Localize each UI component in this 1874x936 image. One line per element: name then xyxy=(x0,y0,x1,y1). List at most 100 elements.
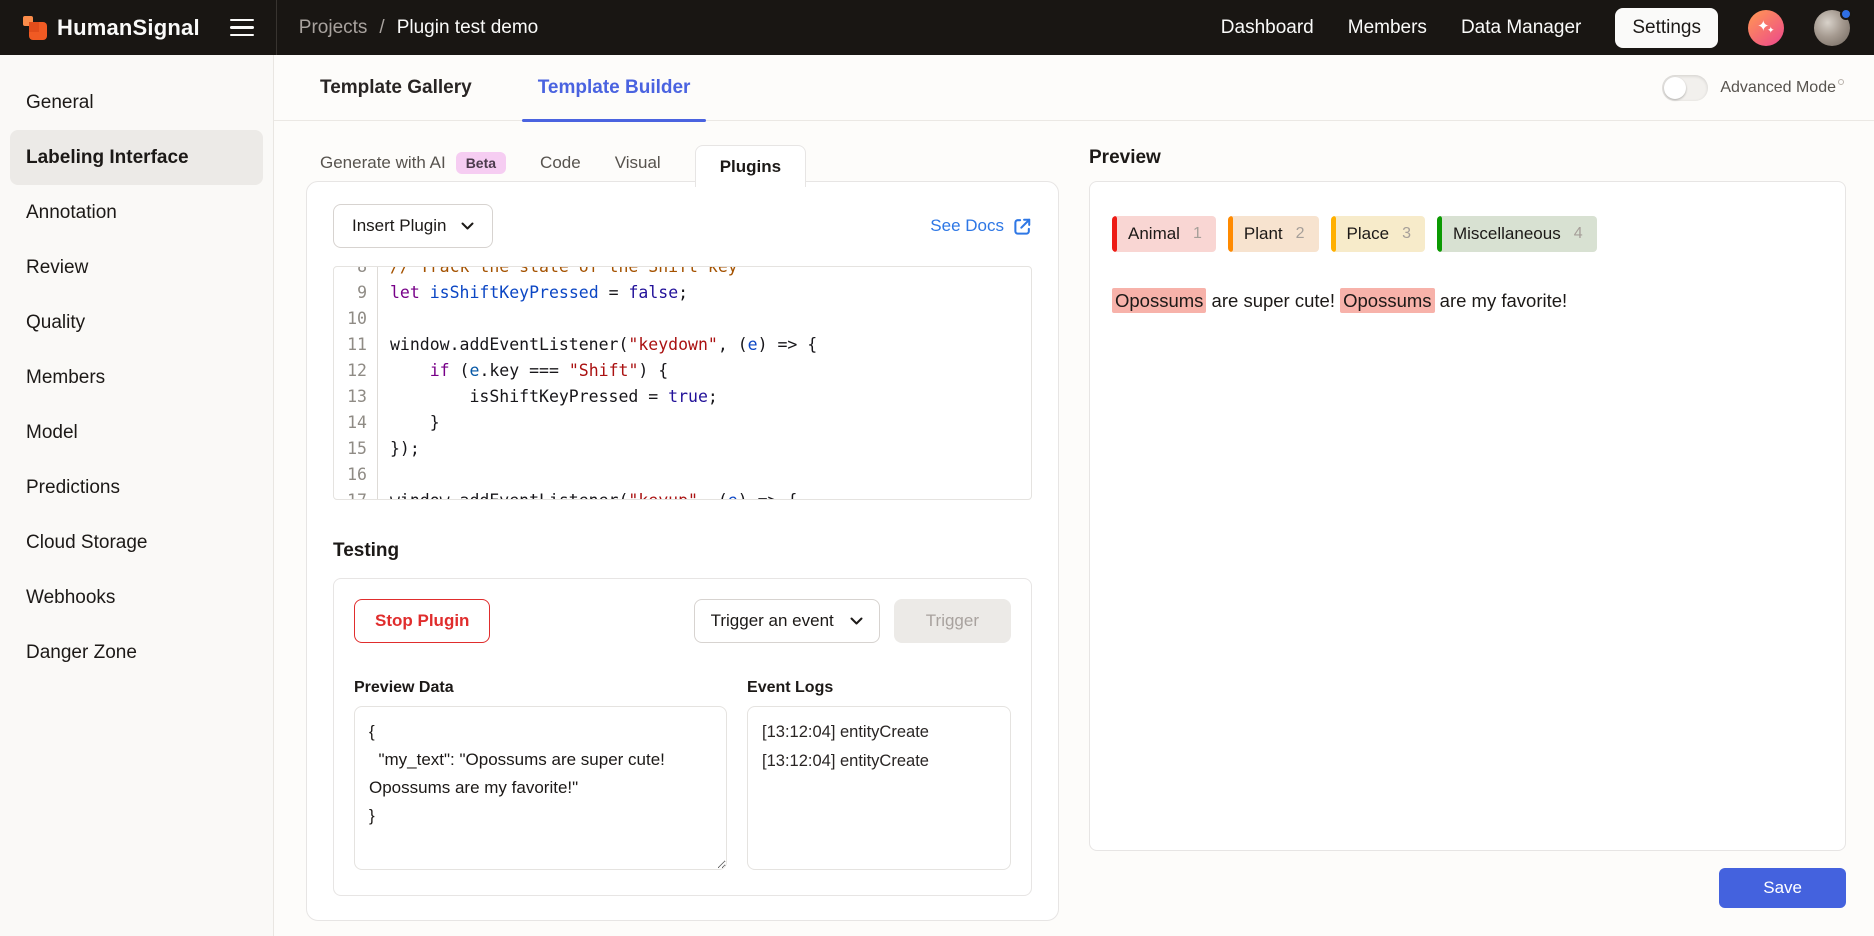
notification-dot xyxy=(1840,8,1852,20)
insert-plugin-label: Insert Plugin xyxy=(352,216,447,236)
code-text: if (e.key === "Shift") { xyxy=(378,358,668,384)
content-area: Generate with AI Beta Code Visual Plugin… xyxy=(274,121,1874,936)
toggle-knob xyxy=(1664,77,1686,99)
preview-column: Preview Animal 1 Plant2 Place3 Miscellaneous… xyxy=(1089,121,1846,936)
sidebar-item-webhooks[interactable]: Webhooks xyxy=(0,570,273,625)
sidebar-item-annotation[interactable]: Annotation xyxy=(0,185,273,240)
main-tabs-row: Template Gallery Template Builder Advanc… xyxy=(274,55,1874,121)
label-color-bar xyxy=(1437,216,1442,252)
sidebar-item-predictions[interactable]: Predictions xyxy=(0,460,273,515)
sidebar-item-members[interactable]: Members xyxy=(0,350,273,405)
sidebar-item-review[interactable]: Review xyxy=(0,240,273,295)
builder-sub-tabs: Generate with AI Beta Code Visual Plugin… xyxy=(306,145,1059,181)
breadcrumb-page-title: Plugin test demo xyxy=(397,17,539,39)
highlighted-entity: Opossums xyxy=(1112,288,1206,313)
code-line: 13 isShiftKeyPressed = true; xyxy=(334,384,1031,410)
line-number: 15 xyxy=(334,436,378,462)
breadcrumb-projects[interactable]: Projects xyxy=(299,17,368,39)
tab-visual[interactable]: Visual xyxy=(615,153,661,173)
code-line: 10 xyxy=(334,306,1031,332)
label-color-bar xyxy=(1112,216,1117,252)
sidebar-item-model[interactable]: Model xyxy=(0,405,273,460)
label-hotkey: 2 xyxy=(1296,225,1305,243)
insert-plugin-dropdown[interactable]: Insert Plugin xyxy=(333,204,493,248)
testing-controls: Stop Plugin Trigger an event Trigger xyxy=(354,599,1011,643)
line-number: 12 xyxy=(334,358,378,384)
advanced-mode-control: Advanced Mode xyxy=(1662,75,1844,101)
sidebar-item-quality[interactable]: Quality xyxy=(0,295,273,350)
code-line: 17window.addEventListener("keyup", (e) =… xyxy=(334,488,1031,500)
code-line: 8// Track the state of the Shift key xyxy=(334,266,1031,280)
label-hotkey: 4 xyxy=(1574,225,1583,243)
external-link-icon xyxy=(1013,217,1032,236)
see-docs-label: See Docs xyxy=(930,216,1004,236)
brand[interactable]: HumanSignal xyxy=(22,15,200,41)
line-number: 9 xyxy=(334,280,378,306)
label-chip-plant[interactable]: Plant2 xyxy=(1228,216,1319,252)
annotation-text[interactable]: Opossums are super cute! Opossums are my… xyxy=(1112,286,1823,316)
chevron-down-icon xyxy=(850,617,863,626)
tab-template-builder[interactable]: Template Builder xyxy=(538,55,691,120)
hamburger-menu-icon[interactable] xyxy=(230,19,254,37)
event-logs-label: Event Logs xyxy=(747,679,1011,697)
tab-code[interactable]: Code xyxy=(540,153,581,173)
builder-column: Generate with AI Beta Code Visual Plugin… xyxy=(306,121,1059,936)
preview-data-textarea[interactable]: { "my_text": "Opossums are super cute! O… xyxy=(354,706,727,870)
code-editor-content: 8// Track the state of the Shift key9let… xyxy=(334,266,1031,500)
label-hotkey: 1 xyxy=(1193,225,1202,243)
line-number: 17 xyxy=(334,488,378,500)
preview-heading: Preview xyxy=(1089,147,1846,169)
sparkle-small-icon: ✦ xyxy=(1767,25,1775,36)
sidebar-item-general[interactable]: General xyxy=(0,75,273,130)
main-area: Template Gallery Template Builder Advanc… xyxy=(274,55,1874,936)
text-segment: are super cute! xyxy=(1206,290,1340,311)
ai-assistant-button[interactable]: ✦ ✦ xyxy=(1748,10,1784,46)
plugin-toolbar: Insert Plugin See Docs xyxy=(333,204,1032,248)
beta-badge: Beta xyxy=(456,152,506,174)
advanced-mode-help-icon xyxy=(1838,79,1844,85)
sidebar-item-danger-zone[interactable]: Danger Zone xyxy=(0,625,273,680)
code-text: // Track the state of the Shift key xyxy=(378,266,738,280)
save-button[interactable]: Save xyxy=(1719,868,1846,908)
code-line: 15}); xyxy=(334,436,1031,462)
nav-data-manager[interactable]: Data Manager xyxy=(1461,17,1581,39)
topbar-right: Dashboard Members Data Manager Settings ✦ ✦ xyxy=(1221,8,1850,48)
testing-io-row: Preview Data { "my_text": "Opossums are … xyxy=(354,679,1011,875)
see-docs-link[interactable]: See Docs xyxy=(930,216,1032,236)
testing-panel: Stop Plugin Trigger an event Trigger Pre… xyxy=(333,578,1032,896)
event-logs-column: Event Logs [13:12:04] entityCreate[13:12… xyxy=(747,679,1011,875)
preview-panel: Animal 1 Plant2 Place3 Miscellaneous4 Opossu… xyxy=(1089,181,1846,851)
advanced-mode-toggle[interactable] xyxy=(1662,75,1708,101)
label-chip-place[interactable]: Place3 xyxy=(1331,216,1425,252)
preview-data-label: Preview Data xyxy=(354,679,727,697)
chevron-down-icon xyxy=(461,222,474,231)
label-color-bar xyxy=(1228,216,1233,252)
code-text: window.addEventListener("keydown", (e) =… xyxy=(378,332,817,358)
code-line: 16 xyxy=(334,462,1031,488)
line-number: 16 xyxy=(334,462,378,488)
text-segment: are my favorite! xyxy=(1435,290,1568,311)
trigger-button[interactable]: Trigger xyxy=(894,599,1011,643)
stop-plugin-button[interactable]: Stop Plugin xyxy=(354,599,490,643)
plugin-code-editor[interactable]: 8// Track the state of the Shift key9let… xyxy=(333,266,1032,500)
tab-template-gallery[interactable]: Template Gallery xyxy=(320,55,472,120)
line-number: 11 xyxy=(334,332,378,358)
line-number: 8 xyxy=(334,266,378,280)
tab-generate-with-ai[interactable]: Generate with AI Beta xyxy=(320,152,506,174)
sidebar-item-cloud-storage[interactable]: Cloud Storage xyxy=(0,515,273,570)
label-chip-miscellaneous[interactable]: Miscellaneous4 xyxy=(1437,216,1597,252)
label-text: Animal xyxy=(1128,224,1180,244)
nav-members[interactable]: Members xyxy=(1348,17,1427,39)
avatar[interactable] xyxy=(1814,10,1850,46)
advanced-mode-label: Advanced Mode xyxy=(1720,79,1844,97)
nav-dashboard[interactable]: Dashboard xyxy=(1221,17,1314,39)
plugins-panel: Insert Plugin See Docs 8// Track the sta… xyxy=(306,181,1059,921)
code-text: } xyxy=(378,410,440,436)
line-number: 14 xyxy=(334,410,378,436)
label-chip-animal[interactable]: Animal 1 xyxy=(1112,216,1216,252)
sidebar-item-labeling-interface[interactable]: Labeling Interface xyxy=(10,130,263,185)
tab-plugins[interactable]: Plugins xyxy=(695,145,806,187)
trigger-event-select[interactable]: Trigger an event xyxy=(694,599,880,643)
nav-settings[interactable]: Settings xyxy=(1615,8,1718,48)
highlighted-entity: Opossums xyxy=(1340,288,1434,313)
